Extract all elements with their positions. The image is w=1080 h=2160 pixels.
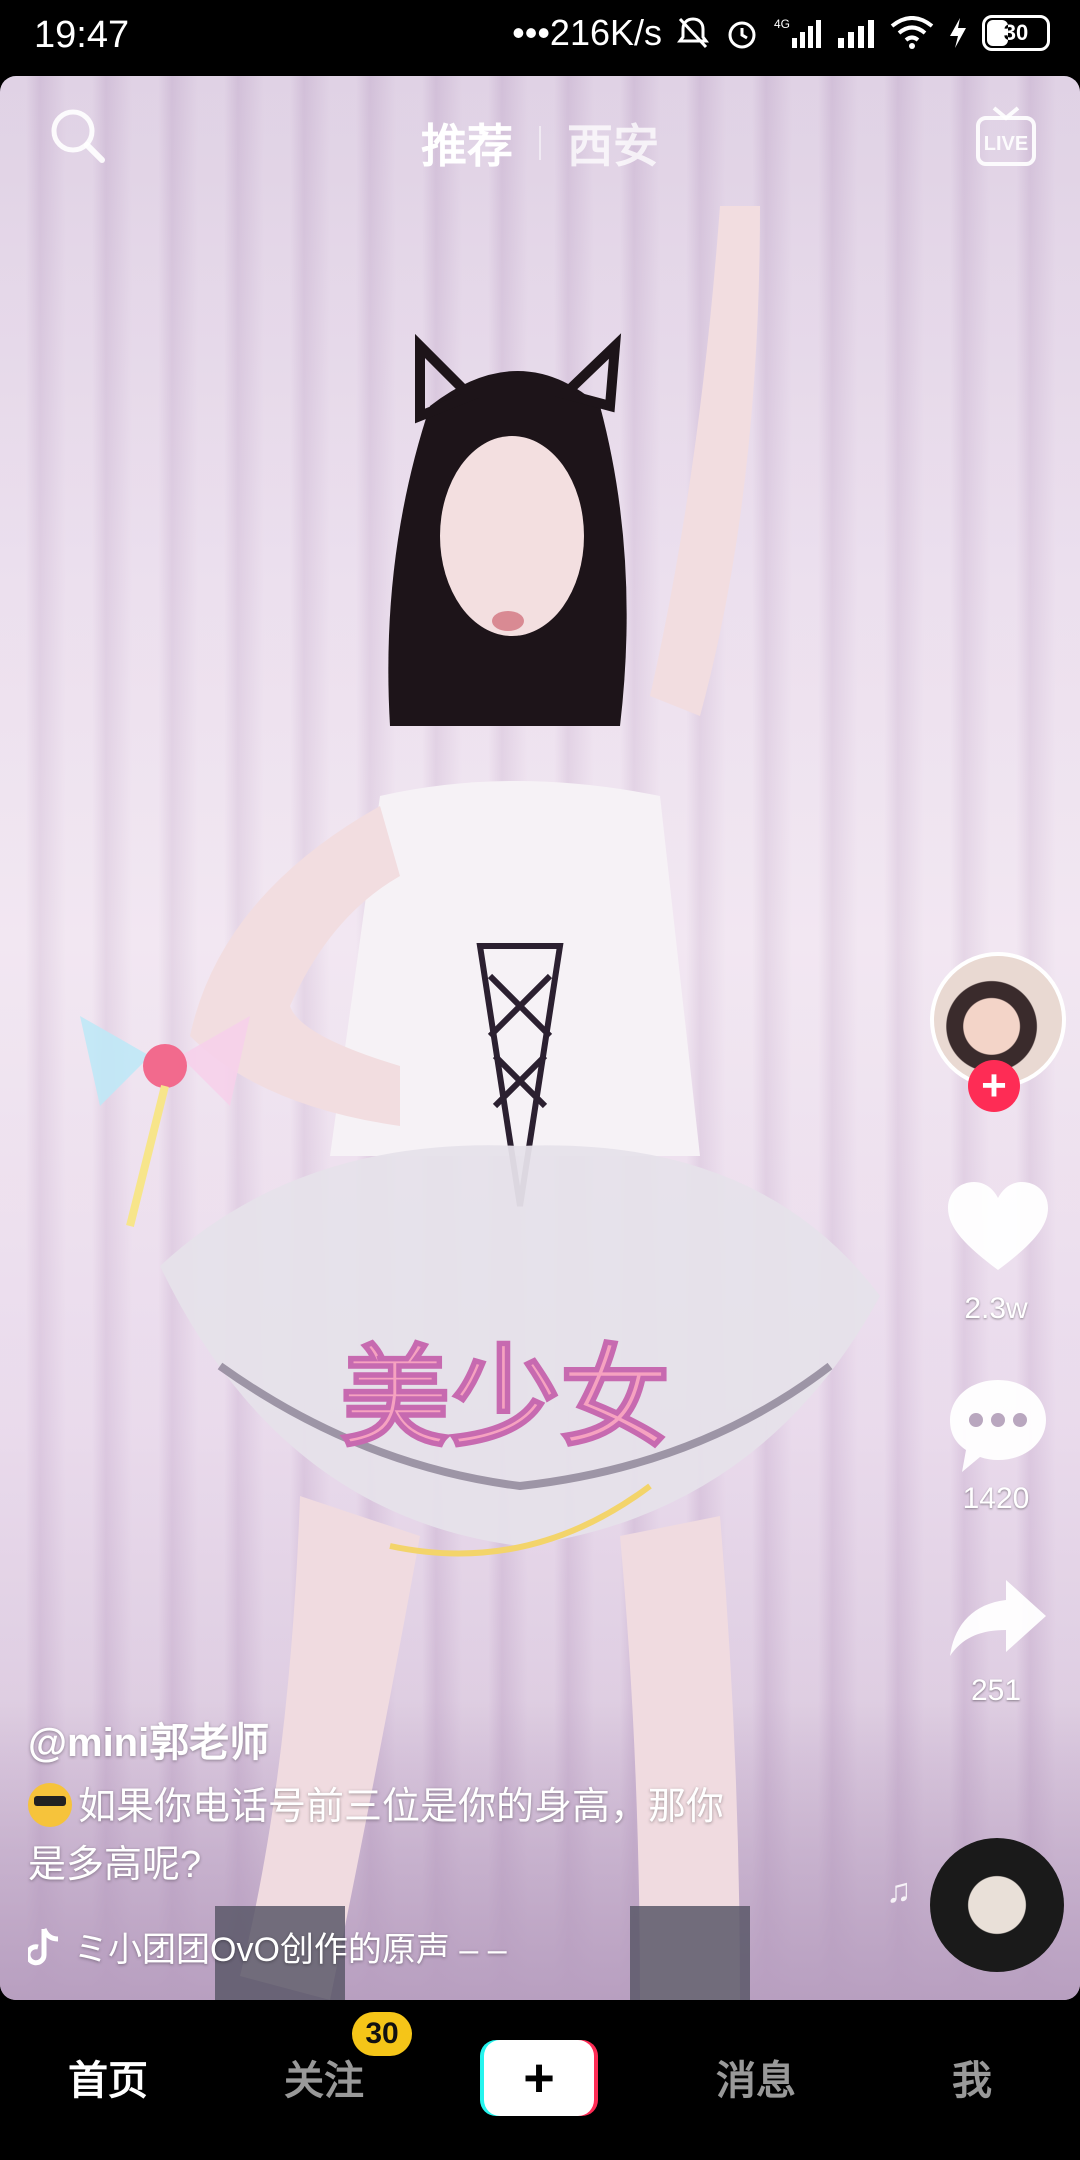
status-bar: 19:47 •••216K/s 4G 30: [0, 0, 1080, 76]
caption-line-1: 如果你电话号前三位是你的身高，那你: [78, 1786, 725, 1828]
sunglasses-emoji-icon: [28, 1783, 72, 1827]
tab-city[interactable]: 西安: [567, 110, 659, 176]
comment-icon[interactable]: [946, 1376, 1050, 1476]
video-player[interactable]: 美少女 推荐 西安 LIVE + 2.3w 1420 251 @mini郭老师: [0, 76, 1080, 2000]
heart-icon[interactable]: [946, 1180, 1050, 1274]
music-disc[interactable]: [930, 1838, 1064, 1972]
battery-indicator: 30: [982, 15, 1050, 51]
sound-title: ミ小团团OvO创作的原声 – –: [74, 1931, 507, 1969]
beauty-filter-watermark: 美少女: [339, 1333, 671, 1557]
comment-count: 1420: [962, 1482, 1030, 1515]
nav-me[interactable]: 我: [902, 2048, 1042, 2106]
like-count: 2.3w: [964, 1292, 1028, 1325]
nav-home[interactable]: 首页: [38, 2048, 178, 2106]
share-icon[interactable]: [946, 1576, 1050, 1660]
charging-icon: [950, 18, 966, 48]
bell-muted-icon: [677, 17, 709, 49]
bottom-nav: 首页 关注 30 + 消息 我: [0, 2000, 1080, 2160]
share-count: 251: [970, 1674, 1022, 1707]
svg-text:美少女: 美少女: [340, 1334, 670, 1462]
author-name[interactable]: @mini郭老师: [28, 1710, 269, 1768]
status-icons: •••216K/s 4G 30: [512, 12, 1050, 54]
wifi-icon: [890, 16, 934, 49]
nav-follow[interactable]: 关注: [254, 2048, 394, 2106]
tiktok-note-icon: [28, 1927, 59, 1965]
sound-row[interactable]: ミ小团团OvO创作的原声 – –: [28, 1922, 507, 1971]
svg-text:4G: 4G: [774, 17, 790, 31]
music-notes-icon: ♫: [886, 1872, 912, 1910]
nav-messages[interactable]: 消息: [686, 2048, 826, 2106]
video-caption[interactable]: 如果你电话号前三位是你的身高，那你 是多高呢?: [28, 1778, 788, 1894]
plus-icon: +: [484, 2040, 594, 2116]
signal-icon: [838, 20, 874, 48]
magic-wand-sticker: [80, 1016, 250, 1227]
caption-line-2: 是多高呢?: [28, 1844, 202, 1886]
tab-divider: [539, 126, 541, 160]
network-speed: •••216K/s: [512, 12, 662, 53]
alarm-icon: [728, 21, 756, 49]
live-tv-icon[interactable]: LIVE: [974, 104, 1038, 170]
create-button[interactable]: +: [480, 2040, 598, 2116]
top-nav: 推荐 西安 LIVE: [0, 76, 1080, 206]
follow-button[interactable]: +: [968, 1060, 1020, 1112]
status-time: 19:47: [34, 14, 130, 56]
signal-4g-icon: 4G: [774, 17, 821, 48]
follow-badge: 30: [352, 2012, 412, 2056]
feed-tabs: 推荐 西安: [0, 110, 1080, 176]
tab-recommend[interactable]: 推荐: [421, 110, 513, 176]
svg-text:LIVE: LIVE: [984, 133, 1028, 155]
